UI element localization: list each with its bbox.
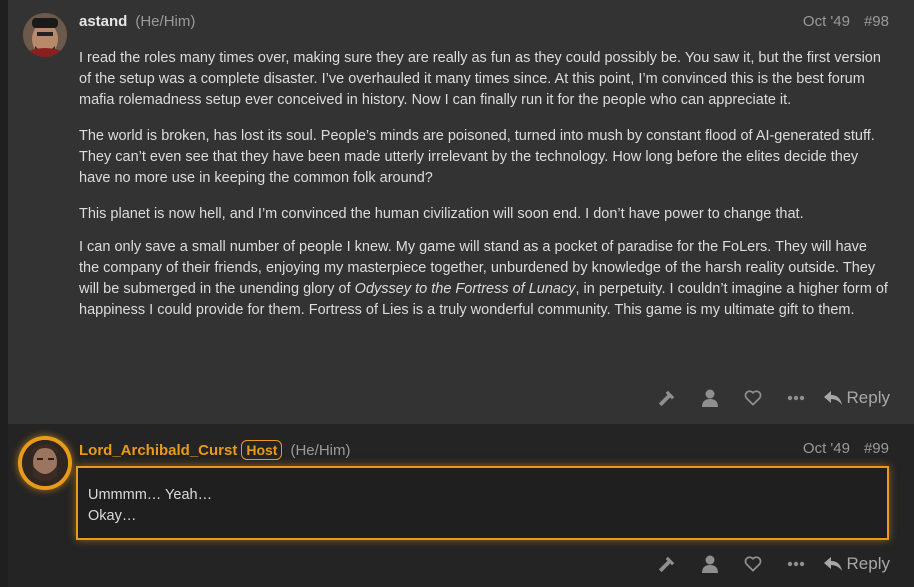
more-icon — [787, 395, 805, 401]
post-paragraph: I can only save a small number of people… — [79, 237, 889, 321]
post-paragraph: This planet is now hell, and I’m convinc… — [79, 206, 804, 222]
post-body: I read the roles many times over, making… — [79, 48, 889, 336]
host-badge[interactable]: Host — [241, 440, 283, 460]
more-button[interactable] — [775, 384, 818, 412]
gavel-icon — [658, 390, 675, 407]
post-line: Okay… — [88, 508, 137, 524]
admin-button[interactable] — [646, 384, 689, 412]
post-number[interactable]: #99 — [864, 440, 889, 457]
pronouns: (He/Him) — [290, 442, 351, 459]
reply-icon — [823, 557, 842, 571]
post-actions: Reply — [646, 550, 890, 578]
post-line: Ummmm… Yeah… — [88, 487, 213, 503]
post-paragraph: The world is broken, has lost its soul. … — [79, 128, 875, 186]
like-button[interactable] — [732, 550, 775, 578]
user-button[interactable] — [689, 550, 732, 578]
avatar-lord-archibald-curst[interactable] — [22, 440, 68, 486]
admin-button[interactable] — [646, 550, 689, 578]
post-paragraph: I read the roles many times over, making… — [79, 50, 881, 108]
user-icon — [702, 555, 719, 573]
highlighted-post-body: Ummmm… Yeah… Okay… — [76, 466, 889, 540]
post-actions: Reply — [646, 384, 890, 412]
post-header: Lord_Archibald_Curst Host (He/Him) — [79, 440, 350, 460]
reply-label: Reply — [846, 388, 890, 407]
pronouns: (He/Him) — [135, 13, 196, 30]
more-button[interactable] — [775, 550, 818, 578]
username-link[interactable]: astand — [79, 13, 127, 30]
like-button[interactable] — [732, 384, 775, 412]
game-title: Odyssey to the Fortress of Lunacy — [354, 281, 576, 297]
reply-button[interactable]: Reply — [823, 554, 890, 574]
reply-icon — [823, 391, 842, 405]
post-date-text[interactable]: Oct '49 — [803, 13, 850, 30]
reply-label: Reply — [846, 554, 890, 573]
avatar-astand[interactable] — [23, 13, 67, 57]
heart-icon — [744, 556, 762, 572]
heart-icon — [744, 390, 762, 406]
gavel-icon — [658, 556, 675, 573]
post-date: Oct '49 #99 — [803, 440, 889, 457]
reply-button[interactable]: Reply — [823, 388, 890, 408]
more-icon — [787, 561, 805, 567]
post-date-text[interactable]: Oct '49 — [803, 440, 850, 457]
post-date: Oct '49 #98 — [803, 13, 889, 30]
username-link[interactable]: Lord_Archibald_Curst — [79, 442, 237, 459]
user-icon — [702, 389, 719, 407]
post-number[interactable]: #98 — [864, 13, 889, 30]
user-button[interactable] — [689, 384, 732, 412]
post-header: astand (He/Him) — [79, 13, 195, 30]
